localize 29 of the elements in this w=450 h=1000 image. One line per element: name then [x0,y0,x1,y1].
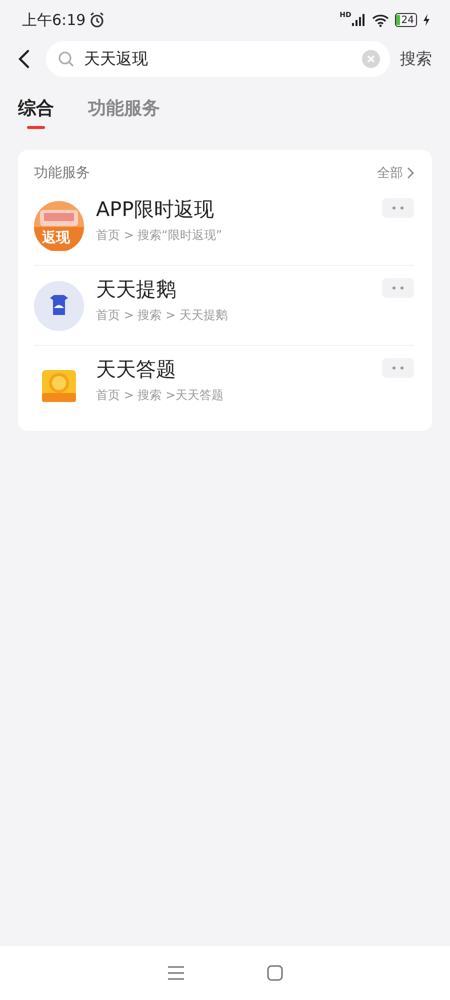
home-icon[interactable] [267,965,283,981]
more-button[interactable] [382,358,414,378]
service-title[interactable]: 天天答题 [96,356,370,383]
status-time: 上午6:19 [22,10,86,30]
cashback-icon: 返现 [34,200,84,250]
tab[interactable]: 综合 [18,96,54,130]
search-icon [58,51,74,67]
more-icon [391,286,405,290]
more-icon [391,206,405,210]
clear-icon[interactable] [362,50,380,68]
section-title: 功能服务 [34,164,90,182]
charging-icon [423,14,430,26]
search-field[interactable]: 天天返现 [46,41,390,77]
more-icon [391,366,405,370]
service-path: 首页 > 搜索 >天天答题 [96,387,225,404]
alarm-icon [88,12,105,28]
search-button[interactable]: 搜索 [400,48,432,70]
chevron-icon [407,167,414,179]
wifi-icon [372,14,390,26]
service-path: 首页 > 搜索“限时返现” [96,227,224,244]
more-button[interactable] [382,198,414,218]
service-title[interactable]: 天天提鹅 [96,276,370,303]
menu-icon[interactable] [167,965,185,981]
see-all-link[interactable]: 全部 [377,164,414,182]
service-title[interactable]: APP限时返现 [96,196,370,223]
more-button[interactable] [382,278,414,298]
signal-icon [352,14,366,26]
battery-indicator: 24 [395,13,417,27]
service-path: 首页 > 搜索 > 天天提鹅 [96,307,228,324]
